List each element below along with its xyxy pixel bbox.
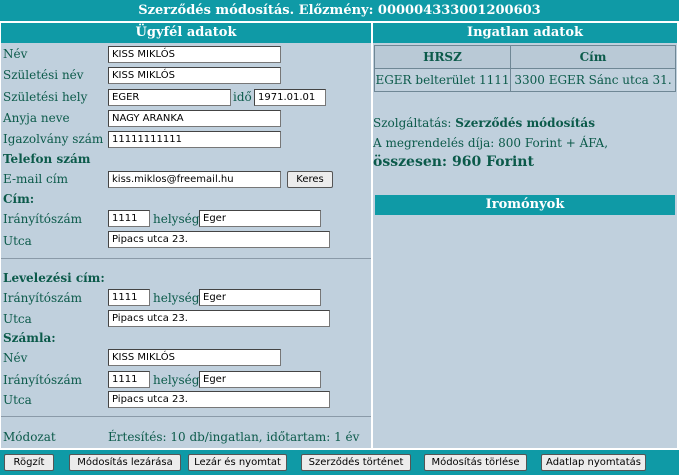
name-label: Név: [3, 47, 28, 61]
invoice-zip-label: Irányítószám: [3, 373, 83, 387]
invoice-name-label: Név: [3, 351, 28, 365]
service-label: Szolgáltatás:: [373, 116, 452, 130]
column-header-hrsz: HRSZ: [374, 45, 511, 69]
mail-zip-label: Irányítószám: [3, 291, 83, 305]
zip-label: Irányítószám: [3, 212, 83, 226]
property-table: HRSZ Cím EGER belterület 1111 3300 EGER …: [374, 45, 676, 92]
mail-city-field[interactable]: Eger: [199, 289, 321, 306]
print-datasheet-button[interactable]: Adatlap nyomtatás: [541, 454, 646, 471]
birth-time-field[interactable]: 1971.01.01: [254, 89, 326, 106]
table-row[interactable]: EGER belterület 1111 3300 EGER Sánc utca…: [374, 68, 676, 92]
invoice-city-field[interactable]: Eger: [199, 371, 321, 388]
id-number-label: Igazolvány szám: [3, 132, 104, 146]
service-value: Szerződés módosítás: [455, 116, 595, 130]
close-modification-button[interactable]: Módosítás lezárása: [69, 454, 181, 471]
birth-name-field[interactable]: KISS MIKLÓS: [108, 67, 281, 84]
mail-city-label: helység: [153, 291, 200, 305]
birth-place-label: Születési hely: [3, 90, 88, 104]
birth-name-label: Születési név: [3, 68, 84, 82]
address-section-title: Cím:: [3, 192, 35, 206]
mode-label: Módozat: [3, 430, 56, 444]
customer-panel: Ügyfél adatok Név KISS MIKLÓS Születési …: [1, 23, 371, 448]
mail-zip-field[interactable]: 1111: [108, 289, 150, 306]
birth-time-label: idő: [233, 90, 252, 104]
phone-label: Telefon szám: [3, 152, 91, 166]
id-number-field[interactable]: 11111111111: [108, 131, 281, 148]
mail-street-label: Utca: [3, 312, 32, 326]
invoice-street-label: Utca: [3, 393, 32, 407]
section-divider: [1, 416, 371, 417]
mode-value: Értesítés: 10 db/ingatlan, időtartam: 1 …: [108, 430, 360, 444]
name-field[interactable]: KISS MIKLÓS: [108, 46, 281, 63]
invoice-name-field[interactable]: KISS MIKLÓS: [108, 349, 281, 366]
property-panel: Ingatlan adatok HRSZ Cím EGER belterület…: [373, 23, 677, 448]
mother-name-field[interactable]: NAGY ARANKA: [108, 110, 281, 127]
documents-title: Iromónyok: [375, 195, 675, 215]
invoice-section-title: Számla:: [3, 331, 56, 345]
search-button[interactable]: Keres: [287, 171, 333, 188]
address-cell: 3300 EGER Sánc utca 31.: [510, 68, 676, 92]
invoice-city-label: helység: [153, 373, 200, 387]
mail-street-field[interactable]: Pipacs utca 23.: [108, 310, 330, 327]
column-header-address: Cím: [510, 45, 676, 69]
property-panel-title: Ingatlan adatok: [373, 23, 677, 43]
email-label: E-mail cím: [3, 172, 68, 186]
total-text: összesen: 960 Forint: [373, 154, 534, 170]
page-title: Szerződés módosítás. Előzmény: 000004333…: [0, 0, 679, 21]
mother-name-label: Anyja neve: [3, 111, 70, 125]
customer-panel-title: Ügyfél adatok: [1, 23, 371, 43]
city-label: helység: [153, 212, 200, 226]
close-and-print-button[interactable]: Lezár és nyomtat: [188, 454, 287, 471]
save-button[interactable]: Rögzít: [4, 454, 54, 471]
invoice-zip-field[interactable]: 1111: [108, 371, 150, 388]
hrsz-cell: EGER belterület 1111: [374, 68, 511, 92]
fee-text: A megrendelés díja: 800 Forint + ÁFA,: [373, 136, 609, 150]
street-label: Utca: [3, 234, 32, 248]
mailing-address-title: Levelezési cím:: [3, 271, 105, 285]
street-field[interactable]: Pipacs utca 23.: [108, 231, 330, 248]
action-bar: Rögzít Módosítás lezárása Lezár és nyomt…: [0, 450, 679, 475]
email-field[interactable]: kiss.miklos@freemail.hu: [108, 171, 281, 188]
invoice-street-field[interactable]: Pipacs utca 23.: [108, 391, 330, 408]
section-divider: [1, 258, 371, 259]
zip-field[interactable]: 1111: [108, 210, 150, 227]
contract-history-button[interactable]: Szerződés történet: [301, 454, 411, 471]
birth-place-field[interactable]: EGER: [108, 89, 231, 106]
delete-modification-button[interactable]: Módosítás törlése: [424, 454, 527, 471]
service-line: Szolgáltatás: Szerződés módosítás: [373, 116, 595, 130]
city-field[interactable]: Eger: [199, 210, 321, 227]
